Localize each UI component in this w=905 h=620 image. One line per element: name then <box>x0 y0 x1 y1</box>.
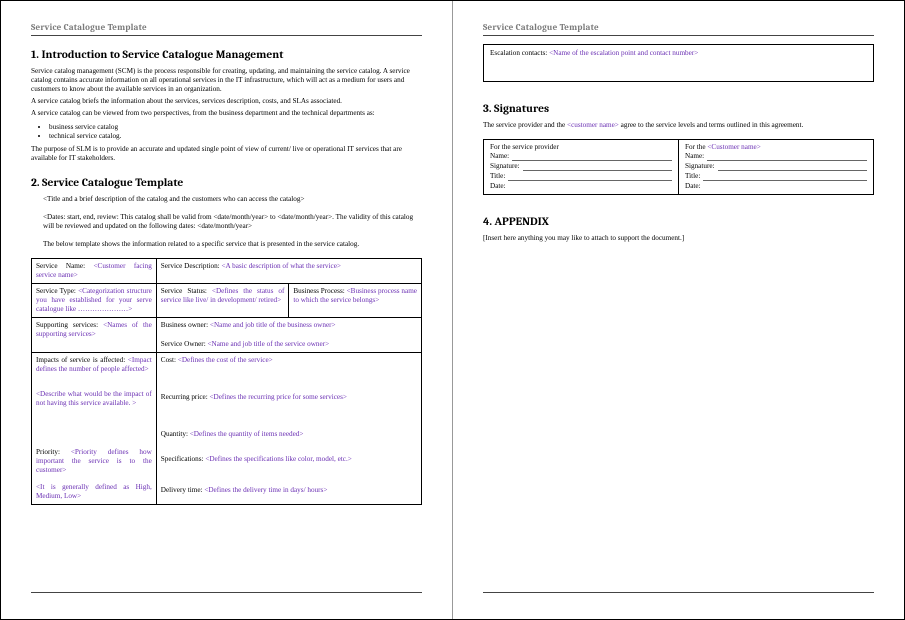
sig-title-label: Title: <box>685 172 700 181</box>
section-4-title: 4. APPENDIX <box>483 215 874 228</box>
cell-placeholder: <Name and job title of the business owne… <box>210 321 336 329</box>
cell-label: Business owner: <box>161 321 208 329</box>
page-1: Service Catalogue Template 1. Introducti… <box>1 1 452 619</box>
page-header: Service Catalogue Template <box>31 23 422 36</box>
cell-label: Cost: <box>161 356 176 364</box>
sig-underline <box>718 162 867 171</box>
sig-underline <box>512 152 672 161</box>
page-footer-rule <box>483 592 874 601</box>
cell-label: Specifications: <box>161 455 204 463</box>
escalation-placeholder: <Name of the escalation point and contac… <box>549 49 698 57</box>
sig-name-label: Name: <box>490 152 509 161</box>
page-footer-rule <box>31 592 422 601</box>
cell-label: Impacts of service is affected: <box>36 356 125 364</box>
cell-label: Priority: <box>36 448 60 456</box>
cell-placeholder: <Name and job title of the service owner… <box>208 340 330 348</box>
text-fragment: The service provider and the <box>483 121 567 129</box>
cell-placeholder: <Defines the quantity of items needed> <box>190 430 304 438</box>
cell-label: Supporting services: <box>36 321 98 329</box>
intro-para-2: A service catalog briefs the information… <box>31 97 422 106</box>
section-3-title: 3. Signatures <box>483 102 874 115</box>
text-fragment: agree to the service levels and terms ou… <box>619 121 803 129</box>
sig-date-label: Date: <box>490 182 506 190</box>
signature-table: For the service provider Name: Signature… <box>483 139 874 195</box>
cell-label: Business Process: <box>293 287 344 295</box>
sig-signature-label: Signature: <box>490 162 520 171</box>
bullet-technical: technical service catalog. <box>49 132 422 141</box>
cell-label: Service Status: <box>161 287 207 295</box>
table-row: Supporting services: <Names of the suppo… <box>32 318 422 353</box>
sig-provider-head: For the service provider <box>490 143 672 151</box>
page-2: Service Catalogue Template Escalation co… <box>453 1 904 619</box>
bullet-business: business service catalog <box>49 123 422 132</box>
section-2-title: 2. Service Catalogue Template <box>31 176 422 189</box>
cell-label: Quantity: <box>161 430 188 438</box>
table-row: For the service provider Name: Signature… <box>484 140 874 195</box>
cell-placeholder: <It is generally defined as High, Medium… <box>36 483 152 501</box>
sig-name-label: Name: <box>685 152 704 161</box>
page-header: Service Catalogue Template <box>483 23 874 36</box>
text-fragment: For the <box>685 143 707 151</box>
cell-placeholder: <A basic description of what the service… <box>221 262 340 270</box>
sig-underline <box>508 172 672 181</box>
cell-label: Service Type: <box>36 287 76 295</box>
table-row: Impacts of service is affected: <Impact … <box>32 353 422 505</box>
appendix-body: [Insert here anything you may like to at… <box>483 234 874 243</box>
intro-para-4: The purpose of SLM is to provide an accu… <box>31 145 422 163</box>
signatures-intro: The service provider and the <customer n… <box>483 121 874 130</box>
cell-placeholder: <Defines the recurring price for some se… <box>210 393 347 401</box>
service-table: Service Name: <Customer facing service n… <box>31 258 422 505</box>
cell-label: Service Description: <box>161 262 220 270</box>
table-row: Service Name: <Customer facing service n… <box>32 259 422 284</box>
text-placeholder: <Customer name> <box>707 143 760 151</box>
sig-underline <box>523 162 672 171</box>
sig-customer-head: For the <Customer name> <box>685 143 867 151</box>
cell-placeholder: <Defines the delivery time in days/ hour… <box>204 486 327 494</box>
intro-para-3: A service catalog can be viewed from two… <box>31 109 422 118</box>
section-1-title: 1. Introduction to Service Catalogue Man… <box>31 48 422 61</box>
sig-date-label: Date: <box>685 182 701 190</box>
intro-para-1: Service catalog management (SCM) is the … <box>31 67 422 94</box>
sig-signature-label: Signature: <box>685 162 715 171</box>
cell-placeholder: <Defines the cost of the service> <box>178 356 273 364</box>
template-line-1: <Title and a brief description of the ca… <box>43 195 422 204</box>
cell-label: Recurring price: <box>161 393 208 401</box>
intro-bullets: business service catalog technical servi… <box>49 123 422 141</box>
template-line-2: <Dates: start, end, review: This catalog… <box>43 213 422 231</box>
sig-underline <box>707 152 867 161</box>
escalation-box: Escalation contacts: <Name of the escala… <box>483 44 874 82</box>
cell-label: Service Owner: <box>161 340 206 348</box>
cell-label: Service Name: <box>36 262 85 270</box>
table-row: Service Type: <Categorization structure … <box>32 284 422 318</box>
cell-placeholder: <Describe what would be the impact of no… <box>36 390 152 408</box>
text-placeholder: <customer name> <box>567 121 619 129</box>
escalation-label: Escalation contacts: <box>490 49 547 57</box>
sig-title-label: Title: <box>490 172 505 181</box>
template-line-3: The below template shows the information… <box>43 240 422 249</box>
document-spread: Service Catalogue Template 1. Introducti… <box>0 0 905 620</box>
cell-placeholder: <Defines the specifications like color, … <box>205 455 352 463</box>
sig-underline <box>703 172 867 181</box>
cell-label: Delivery time: <box>161 486 203 494</box>
